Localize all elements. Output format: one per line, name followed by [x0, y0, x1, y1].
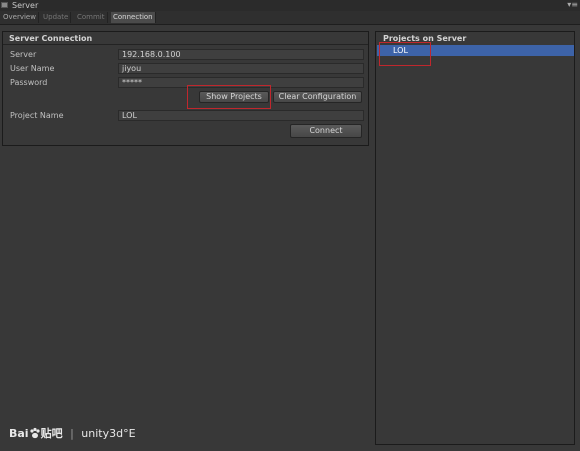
watermark-logo-cn: 贴吧 — [40, 427, 63, 440]
connect-button[interactable]: Connect — [290, 124, 362, 138]
window-icon — [1, 2, 8, 8]
paw-icon — [29, 427, 40, 439]
watermark-separator: | — [70, 427, 74, 440]
window-title-bar: Server ▾≡ — [0, 0, 580, 11]
watermark-logo-text: Bai — [9, 427, 29, 440]
username-label: User Name — [10, 64, 55, 73]
project-name-label: Project Name — [10, 111, 64, 120]
baidu-watermark: Bai 贴吧 | unity3d°E — [9, 425, 136, 441]
tab-commit[interactable]: Commit — [75, 12, 108, 23]
panel-title: Server Connection — [9, 34, 93, 43]
tab-bar: Overview Update Commit Connection — [0, 11, 580, 25]
password-label: Password — [10, 78, 48, 87]
watermark-text: unity3d°E — [81, 427, 136, 440]
projects-on-server-panel: Projects on Server LOL — [375, 31, 575, 445]
server-field[interactable]: 192.168.0.100 — [118, 49, 364, 60]
tab-update[interactable]: Update — [41, 12, 72, 23]
window-menu-icon[interactable]: ▾≡ — [567, 0, 578, 9]
project-name-field[interactable]: LOL — [118, 110, 364, 121]
server-connection-panel: Server Connection Server 192.168.0.100 U… — [2, 31, 369, 146]
server-label: Server — [10, 50, 37, 59]
tab-overview[interactable]: Overview — [1, 12, 39, 23]
tab-connection[interactable]: Connection — [111, 12, 156, 23]
username-field[interactable]: jiyou — [118, 63, 364, 74]
highlight-box — [187, 85, 271, 109]
window-title: Server — [12, 1, 39, 10]
clear-configuration-button[interactable]: Clear Configuration — [273, 91, 362, 103]
highlight-box — [379, 42, 431, 66]
